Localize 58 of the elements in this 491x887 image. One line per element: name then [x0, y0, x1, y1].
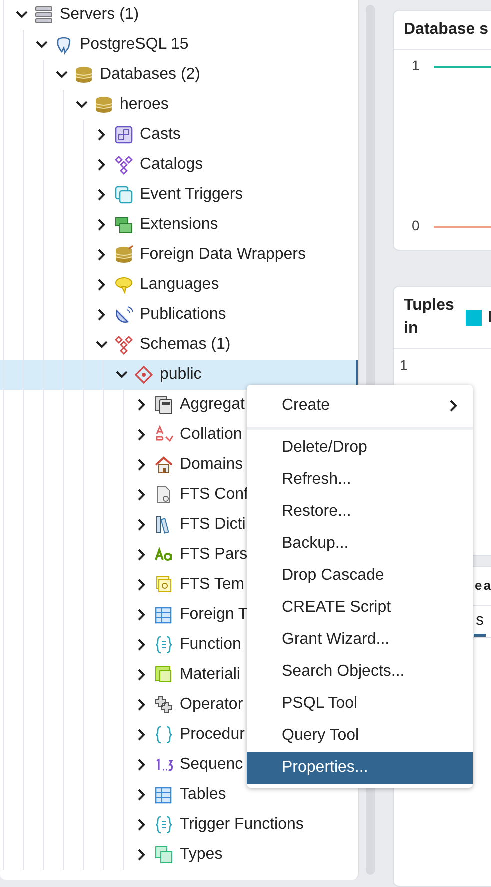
tree-item[interactable]: Databases (2) — [0, 60, 200, 90]
tick-label: 0 — [412, 218, 420, 234]
braces-icon — [154, 725, 174, 745]
menu-item[interactable]: Create — [247, 389, 473, 423]
diamond-icon — [134, 365, 154, 385]
tree-item[interactable]: heroes — [0, 90, 169, 120]
braces-icon — [154, 635, 174, 655]
tree-item[interactable]: Catalogs — [0, 150, 204, 180]
plus-icon — [154, 695, 174, 715]
tree-item[interactable]: PostgreSQL 15 — [0, 30, 189, 60]
database-icon — [94, 95, 114, 115]
card-title: e a — [475, 578, 491, 594]
card-title: Tuples in — [404, 296, 456, 339]
menu-item[interactable]: PSQL Tool — [247, 688, 473, 720]
tree-item[interactable]: Servers (1) — [0, 0, 140, 30]
tree-item[interactable]: public — [0, 360, 358, 390]
chart-line — [434, 66, 491, 68]
menu-item[interactable]: Properties... — [247, 752, 473, 784]
diamonds-icon — [114, 335, 134, 355]
table-icon — [154, 605, 174, 625]
menu-item[interactable]: Grant Wizard... — [247, 624, 473, 656]
diamonds-icon — [114, 155, 134, 175]
menu-item[interactable]: Search Objects... — [247, 656, 473, 688]
braces-icon — [154, 815, 174, 835]
menu-item[interactable]: Query Tool — [247, 720, 473, 752]
letters-icon — [154, 425, 174, 445]
cast-icon — [114, 125, 134, 145]
squares-icon — [114, 185, 134, 205]
menu-item[interactable]: Restore... — [247, 496, 473, 528]
squares-icon — [154, 665, 174, 685]
chart-line — [434, 226, 491, 228]
tree-item[interactable]: Trigger Functions — [0, 810, 304, 840]
database-icon — [114, 245, 134, 265]
tree-item[interactable]: Publications — [0, 300, 226, 330]
menu-item[interactable]: Backup... — [247, 528, 473, 560]
table-icon — [154, 785, 174, 805]
magnifier-page-icon — [154, 575, 174, 595]
menu-item[interactable]: Delete/Drop — [247, 432, 473, 464]
satellite-dish-icon — [114, 305, 134, 325]
database-icon — [74, 65, 94, 85]
squares-icon — [154, 845, 174, 865]
menu-item[interactable]: Refresh... — [247, 464, 473, 496]
tree-item[interactable]: Event Triggers — [0, 180, 244, 210]
menu-item[interactable]: Drop Cascade — [247, 560, 473, 592]
menu-item[interactable]: CREATE Script — [247, 592, 473, 624]
server-stack-icon — [34, 5, 54, 25]
calculator-icon — [154, 395, 174, 415]
house-icon — [154, 455, 174, 475]
card-title: Database s — [404, 21, 488, 39]
tree-item[interactable]: Schemas (1) — [0, 330, 231, 360]
tick-label: 1 — [412, 58, 420, 74]
tree-item[interactable]: Languages — [0, 270, 220, 300]
legend-label: I — [488, 308, 491, 327]
speech-bubble-icon — [114, 275, 134, 295]
tick-label: 1 — [400, 357, 408, 374]
tree-item[interactable]: Foreign Data Wrappers — [0, 240, 306, 270]
tree-item[interactable]: Extensions — [0, 210, 218, 240]
puzzle-icon — [114, 215, 134, 235]
